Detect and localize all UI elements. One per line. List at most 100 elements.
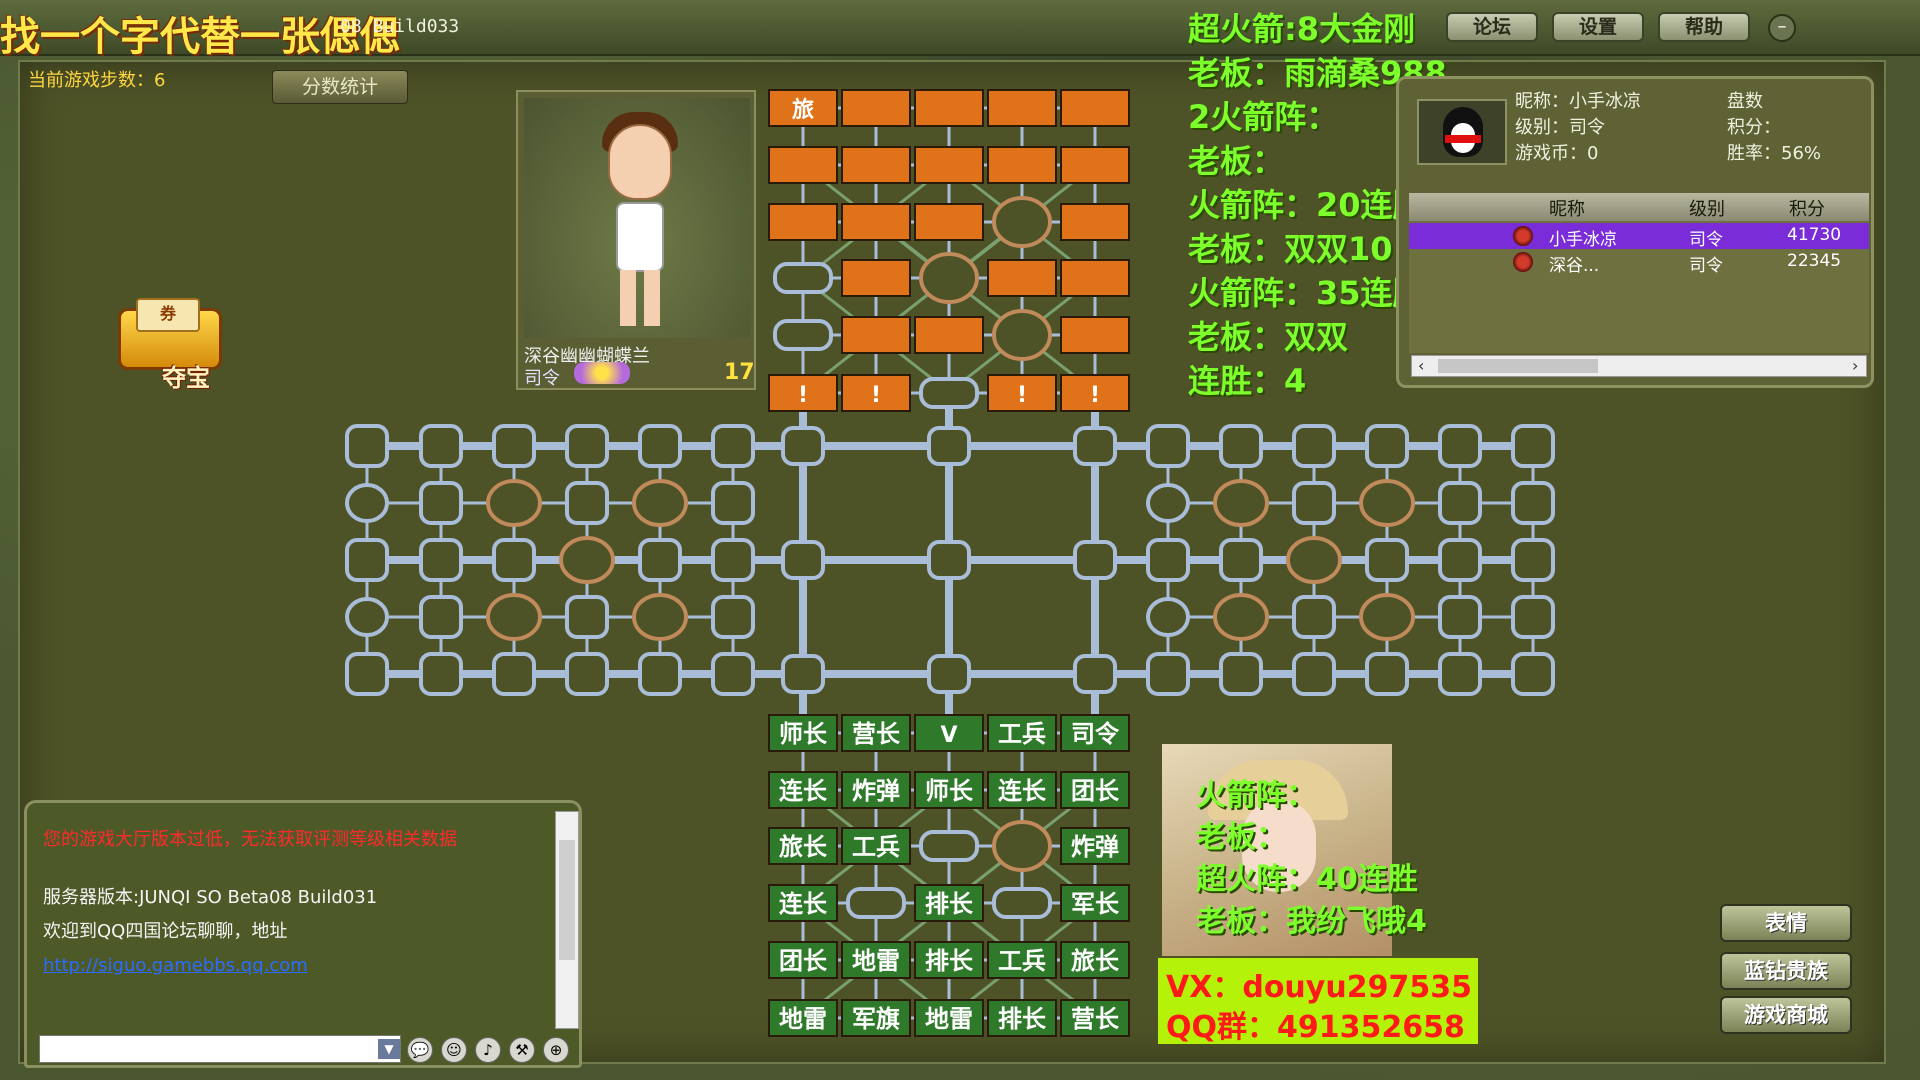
station-node[interactable]: [781, 654, 825, 694]
board-node[interactable]: [1438, 538, 1482, 582]
enemy-piece[interactable]: [1060, 146, 1130, 184]
board-node[interactable]: [1365, 424, 1409, 468]
station-node[interactable]: [927, 654, 971, 694]
board-node[interactable]: [492, 538, 536, 582]
camp-node[interactable]: [992, 820, 1052, 872]
enemy-piece[interactable]: [987, 259, 1057, 297]
board-node[interactable]: [492, 424, 536, 468]
camp-node[interactable]: [1359, 479, 1415, 527]
camp-node[interactable]: [632, 479, 688, 527]
board-node[interactable]: [492, 652, 536, 696]
board-node[interactable]: [711, 424, 755, 468]
station-node[interactable]: [927, 426, 971, 466]
board-node[interactable]: [1219, 424, 1263, 468]
enemy-piece[interactable]: [914, 89, 984, 127]
board-node[interactable]: [638, 538, 682, 582]
camp-node[interactable]: [1213, 593, 1269, 641]
enemy-piece[interactable]: [914, 203, 984, 241]
station-node[interactable]: [1073, 654, 1117, 694]
board-node[interactable]: [1219, 652, 1263, 696]
board-node[interactable]: [1438, 481, 1482, 525]
board-node[interactable]: [419, 424, 463, 468]
station-node[interactable]: [1073, 426, 1117, 466]
camp-node[interactable]: [919, 252, 979, 304]
board-node[interactable]: [419, 595, 463, 639]
enemy-piece[interactable]: [1060, 89, 1130, 127]
board-node[interactable]: [1511, 595, 1555, 639]
camp-node[interactable]: [559, 536, 615, 584]
board-node[interactable]: [1438, 424, 1482, 468]
enemy-piece[interactable]: [987, 146, 1057, 184]
board-node[interactable]: [419, 481, 463, 525]
board-node[interactable]: [1146, 652, 1190, 696]
enemy-piece[interactable]: [1060, 259, 1130, 297]
enemy-piece[interactable]: [841, 89, 911, 127]
board-node[interactable]: [345, 652, 389, 696]
enemy-piece[interactable]: [768, 203, 838, 241]
board-node[interactable]: [345, 538, 389, 582]
board-node[interactable]: [1146, 538, 1190, 582]
board-node[interactable]: [1365, 538, 1409, 582]
board-node[interactable]: [773, 262, 833, 294]
board-node[interactable]: [638, 424, 682, 468]
hq-node[interactable]: [1146, 597, 1190, 637]
camp-node[interactable]: [486, 479, 542, 527]
enemy-piece[interactable]: [841, 203, 911, 241]
board-node[interactable]: [711, 481, 755, 525]
board-node[interactable]: [773, 319, 833, 351]
hq-node[interactable]: [345, 597, 389, 637]
enemy-piece[interactable]: [1060, 203, 1130, 241]
board-node[interactable]: [419, 538, 463, 582]
station-node[interactable]: [927, 540, 971, 580]
board-node[interactable]: [711, 538, 755, 582]
camp-node[interactable]: [1286, 536, 1342, 584]
board-node[interactable]: [1438, 652, 1482, 696]
enemy-piece[interactable]: [1060, 316, 1130, 354]
board-node[interactable]: [919, 377, 979, 409]
board-node[interactable]: [1511, 424, 1555, 468]
board-node[interactable]: [565, 652, 609, 696]
camp-node[interactable]: [1359, 593, 1415, 641]
station-node[interactable]: [1073, 540, 1117, 580]
board-node[interactable]: [565, 595, 609, 639]
board-node[interactable]: [1511, 481, 1555, 525]
camp-node[interactable]: [632, 593, 688, 641]
board-node[interactable]: [1292, 652, 1336, 696]
board-node[interactable]: [1146, 424, 1190, 468]
board-node[interactable]: [1292, 424, 1336, 468]
board-node[interactable]: [711, 595, 755, 639]
board-node[interactable]: [419, 652, 463, 696]
hq-node[interactable]: [345, 483, 389, 523]
enemy-piece[interactable]: [914, 146, 984, 184]
enemy-piece[interactable]: [987, 89, 1057, 127]
station-node[interactable]: [781, 540, 825, 580]
board-node[interactable]: [992, 887, 1052, 919]
board-node[interactable]: [846, 887, 906, 919]
board-node[interactable]: [1511, 652, 1555, 696]
board-node[interactable]: [711, 652, 755, 696]
board-node[interactable]: [1292, 481, 1336, 525]
camp-node[interactable]: [1213, 479, 1269, 527]
board-node[interactable]: [1219, 538, 1263, 582]
camp-node[interactable]: [992, 309, 1052, 361]
board-node[interactable]: [1365, 652, 1409, 696]
board-node[interactable]: [1511, 538, 1555, 582]
board-node[interactable]: [565, 481, 609, 525]
game-board[interactable]: 旅!!! !师长 营长 V 工兵 司令连长 炸弹 师长 连长 团长旅长 工兵 炸弹连长 排长 军长团长 地雷…: [0, 0, 1920, 1080]
board-node[interactable]: [345, 424, 389, 468]
hq-node[interactable]: [1146, 483, 1190, 523]
board-node[interactable]: [919, 830, 979, 862]
board-node[interactable]: [638, 652, 682, 696]
board-node[interactable]: [1438, 595, 1482, 639]
enemy-piece[interactable]: [841, 259, 911, 297]
enemy-piece[interactable]: [914, 316, 984, 354]
board-node[interactable]: [565, 424, 609, 468]
ally-piece-label: 旅长: [1071, 947, 1120, 975]
board-node[interactable]: [1292, 595, 1336, 639]
enemy-piece[interactable]: [841, 316, 911, 354]
station-node[interactable]: [781, 426, 825, 466]
camp-node[interactable]: [486, 593, 542, 641]
camp-node[interactable]: [992, 196, 1052, 248]
enemy-piece[interactable]: [768, 146, 838, 184]
enemy-piece[interactable]: [841, 146, 911, 184]
